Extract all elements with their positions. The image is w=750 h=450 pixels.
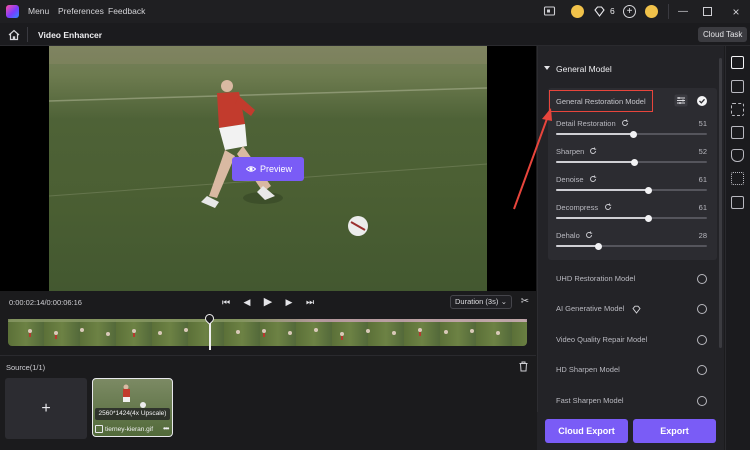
slider-value-detail-restoration: 51: [698, 119, 707, 128]
timeline-progress-strip: [8, 319, 527, 322]
credit-count: 6: [610, 6, 615, 16]
grid-tool-icon[interactable]: [731, 103, 744, 116]
source-filename: tierney-kieran.gif: [105, 426, 154, 433]
step-back-icon[interactable]: ◀: [240, 295, 254, 309]
slider-thumb-denoise[interactable]: [644, 186, 652, 194]
reset-icon[interactable]: [589, 147, 597, 155]
model-fast-sharpen[interactable]: Fast Sharpen Model: [556, 396, 624, 405]
eraser-tool-icon[interactable]: [731, 149, 744, 162]
reset-icon[interactable]: [604, 203, 612, 211]
close-icon[interactable]: ×: [729, 5, 743, 19]
chevron-down-icon: ⌄: [500, 297, 507, 306]
player-figure: [201, 80, 283, 208]
add-source-button[interactable]: +: [5, 378, 87, 439]
duration-select-label: Duration (3s): [455, 297, 499, 306]
eye-icon: [246, 166, 256, 172]
radio-hd-sharpen[interactable]: [697, 365, 707, 375]
diamond-icon: [594, 6, 605, 17]
cloud-task-button[interactable]: Cloud Task: [698, 27, 748, 42]
scissors-icon[interactable]: ✂: [518, 295, 532, 309]
coin-icon[interactable]: [571, 5, 584, 18]
slider-fill: [556, 133, 633, 135]
slider-label-dehalo: Dehalo: [556, 231, 580, 240]
add-credits-icon[interactable]: +: [623, 5, 636, 18]
more-options-icon[interactable]: •••: [163, 424, 169, 433]
reset-icon[interactable]: [585, 231, 593, 239]
menu-item-feedback[interactable]: Feedback: [108, 6, 145, 16]
radio-fast-sharpen[interactable]: [697, 396, 707, 406]
reset-icon[interactable]: [589, 175, 597, 183]
menu-item-preferences[interactable]: Preferences: [58, 6, 104, 16]
skip-end-icon[interactable]: ⏭: [303, 295, 317, 309]
slider-thumb-sharpen[interactable]: [631, 158, 639, 166]
maximize-icon[interactable]: [703, 7, 712, 16]
model-hd-sharpen[interactable]: HD Sharpen Model: [556, 365, 620, 374]
slider-thumb-detail-restoration[interactable]: [629, 130, 637, 138]
slider-label-denoise: Denoise: [556, 175, 584, 184]
collapse-caret-icon[interactable]: [544, 66, 550, 70]
avatar[interactable]: [645, 5, 658, 18]
model-ai-generative[interactable]: AI Generative Model: [556, 304, 624, 313]
slider-label-decompress: Decompress: [556, 203, 599, 212]
slider-fill: [556, 245, 599, 247]
step-forward-icon[interactable]: ▶: [282, 295, 296, 309]
app-logo-icon: [6, 5, 19, 18]
screen-record-icon[interactable]: [543, 5, 556, 18]
cloud-export-button[interactable]: Cloud Export: [545, 419, 628, 443]
source-divider: [0, 355, 536, 356]
slider-thumb-decompress[interactable]: [644, 214, 652, 222]
slider-thumb-dehalo[interactable]: [594, 242, 602, 250]
selected-model-name[interactable]: General Restoration Model: [556, 97, 646, 106]
edit-tool-icon[interactable]: [731, 126, 744, 139]
radio-uhd-restoration[interactable]: [697, 274, 707, 284]
gif-file-icon: [95, 425, 103, 433]
page-header: [0, 23, 750, 46]
slider-track-dehalo[interactable]: [556, 245, 707, 247]
slider-track-denoise[interactable]: [556, 189, 707, 191]
slider-fill: [556, 217, 649, 219]
home-icon[interactable]: [7, 28, 21, 42]
video-play-tool-icon[interactable]: [731, 196, 744, 209]
slider-value-sharpen: 52: [698, 147, 707, 156]
export-button[interactable]: Export: [633, 419, 716, 443]
selected-check-icon[interactable]: [697, 96, 707, 106]
slider-value-denoise: 61: [698, 175, 707, 184]
duration-select[interactable]: Duration (3s) ⌄: [450, 295, 512, 309]
slider-value-decompress: 61: [698, 203, 707, 212]
model-uhd-restoration[interactable]: UHD Restoration Model: [556, 274, 635, 283]
radio-video-quality-repair[interactable]: [697, 335, 707, 345]
slider-fill: [556, 161, 635, 163]
header-divider: [27, 27, 28, 42]
panel-scrollbar[interactable]: [719, 58, 722, 348]
trash-icon[interactable]: [518, 361, 529, 372]
minimize-icon[interactable]: —: [676, 5, 690, 19]
preview-button[interactable]: Preview: [232, 157, 304, 181]
slider-label-detail-restoration: Detail Restoration: [556, 119, 616, 128]
video-enhancer-tool-icon[interactable]: [731, 56, 744, 69]
image-enhance-tool-icon[interactable]: [731, 80, 744, 93]
slider-fill: [556, 189, 649, 191]
menu-item-menu[interactable]: Menu: [28, 6, 49, 16]
section-title[interactable]: General Model: [556, 64, 612, 74]
page-title: Video Enhancer: [38, 30, 103, 40]
titlebar-divider: [668, 4, 669, 19]
model-video-quality-repair[interactable]: Video Quality Repair Model: [556, 335, 647, 344]
timeline-frames: [28, 328, 500, 340]
diamond-icon: [632, 305, 641, 314]
radio-ai-generative[interactable]: [697, 304, 707, 314]
play-icon[interactable]: ▶: [261, 295, 275, 309]
slider-label-sharpen: Sharpen: [556, 147, 585, 156]
skip-start-icon[interactable]: ⏮: [219, 295, 233, 309]
reset-icon[interactable]: [621, 119, 629, 127]
slider-track-decompress[interactable]: [556, 217, 707, 219]
slider-value-dehalo: 28: [698, 231, 707, 240]
timeline-track[interactable]: [8, 319, 527, 346]
select-tool-icon[interactable]: [731, 172, 744, 185]
sliders-settings-icon[interactable]: [674, 94, 688, 107]
time-display: 0:00:02:14/0:00:06:16: [9, 298, 82, 307]
resolution-badge: 2560*1424(4x Upscale): [95, 408, 170, 420]
source-label: Source(1/1): [6, 363, 46, 372]
